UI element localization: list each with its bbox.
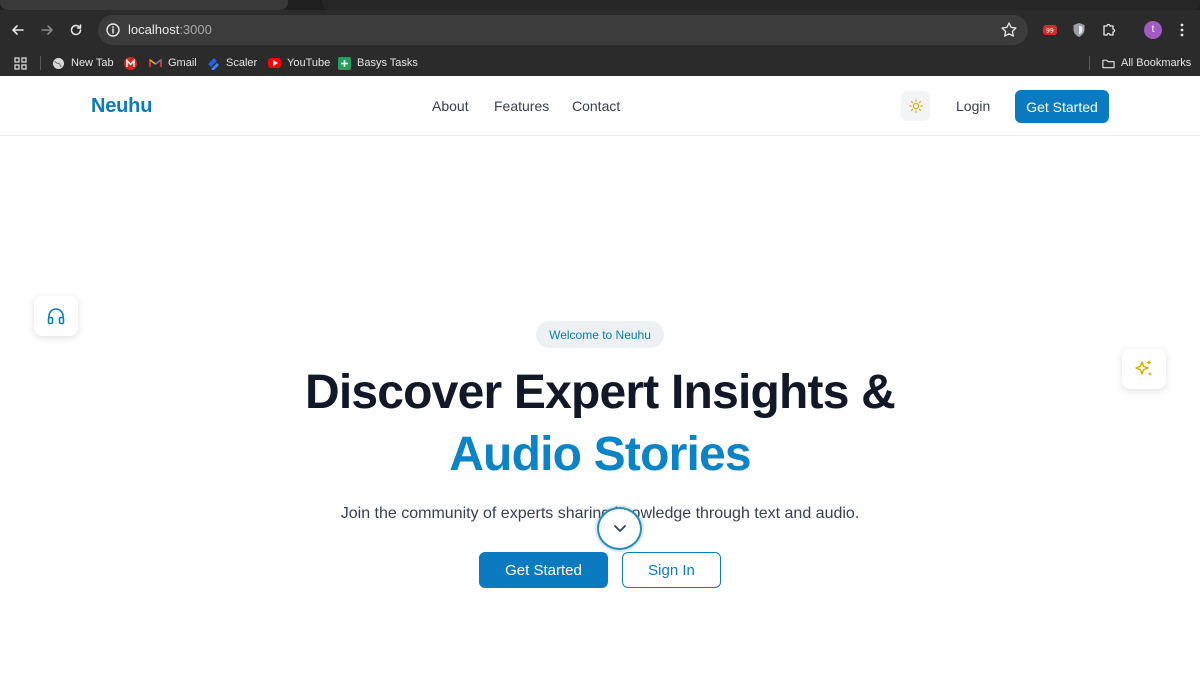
browser-menu-button[interactable] (1172, 20, 1192, 40)
hero-title-accent: Audio Stories (449, 428, 751, 481)
sun-icon (908, 99, 923, 113)
all-bookmarks-button[interactable]: All Bookmarks (1102, 55, 1191, 71)
url-port: :3000 (179, 22, 212, 37)
plus-green-icon (338, 56, 351, 70)
hero-sign-in-button[interactable]: Sign In (622, 552, 721, 588)
red-extension-icon: 99 (1043, 25, 1057, 35)
folder-icon (1102, 57, 1115, 70)
site-info-icon[interactable] (105, 22, 121, 38)
bookmarks-separator (1089, 56, 1090, 70)
header-get-started-button[interactable]: Get Started (1015, 90, 1109, 123)
all-bookmarks-label: All Bookmarks (1121, 57, 1192, 69)
browser-toolbar: localhost:3000 99 t (0, 10, 1200, 50)
scaler-icon (207, 57, 220, 70)
bookmark-label: Gmail (168, 57, 197, 69)
gmail-icon (149, 57, 162, 70)
browser-tab-strip-right[interactable] (322, 0, 1200, 10)
bookmark-new-tab[interactable]: New Tab (52, 55, 114, 71)
extension-shield-button[interactable] (1069, 20, 1089, 40)
kebab-menu-icon (1180, 23, 1184, 37)
welcome-badge: Welcome to Neuhu (536, 321, 664, 348)
bookmark-youtube[interactable]: YouTube (268, 55, 330, 71)
globe-icon (52, 57, 65, 70)
address-bar[interactable]: localhost:3000 (98, 15, 1028, 45)
chevron-down-icon (613, 525, 626, 532)
browser-tab[interactable] (0, 0, 288, 10)
bookmark-scaler[interactable]: Scaler (207, 55, 257, 71)
headphones-icon (47, 308, 65, 325)
bookmarks-separator (40, 56, 41, 70)
audio-floating-button[interactable] (34, 296, 78, 336)
hero-get-started-button[interactable]: Get Started (479, 552, 608, 588)
svg-text:99: 99 (1046, 28, 1054, 35)
nav-contact[interactable]: Contact (572, 98, 620, 114)
apps-button[interactable] (14, 55, 27, 71)
theme-toggle-button[interactable] (901, 91, 930, 121)
site-header: Neuhu About Features Contact Login Get S… (0, 77, 1200, 136)
youtube-icon (268, 58, 281, 68)
profile-avatar[interactable]: t (1144, 21, 1162, 39)
reload-icon (70, 24, 82, 36)
site-logo[interactable]: Neuhu (91, 95, 152, 118)
back-arrow-icon (12, 25, 24, 35)
back-button[interactable] (6, 18, 30, 42)
puzzle-icon (1103, 23, 1116, 36)
forward-arrow-icon (41, 25, 53, 35)
nav-features[interactable]: Features (494, 98, 549, 114)
bookmark-label: New Tab (71, 57, 114, 69)
apps-grid-icon (14, 56, 27, 70)
reload-button[interactable] (64, 18, 88, 42)
extensions-button[interactable] (1099, 20, 1119, 40)
bookmark-star-icon[interactable] (1000, 21, 1018, 39)
scroll-down-button[interactable] (597, 507, 642, 550)
url-host: localhost (128, 22, 180, 37)
bookmark-basys-tasks[interactable]: Basys Tasks (338, 55, 418, 71)
tab-strip (0, 0, 1200, 10)
extension-red-button[interactable]: 99 (1040, 20, 1060, 40)
login-link[interactable]: Login (956, 98, 990, 114)
bookmark-red-m[interactable] (124, 55, 143, 71)
bookmark-label: Scaler (226, 57, 258, 69)
bookmark-label: YouTube (287, 57, 331, 69)
red-m-icon (124, 56, 137, 70)
forward-button[interactable] (35, 18, 59, 42)
nav-about[interactable]: About (432, 98, 469, 114)
url-text: localhost:3000 (128, 22, 212, 38)
bookmark-gmail[interactable]: Gmail (149, 55, 197, 71)
bookmark-label: Basys Tasks (357, 57, 418, 69)
bookmarks-bar: New Tab Gmail Scaler YouTube Basys Tasks… (0, 50, 1200, 76)
hero-title: Discover Expert Insights & (304, 366, 896, 419)
shield-icon (1073, 23, 1085, 37)
